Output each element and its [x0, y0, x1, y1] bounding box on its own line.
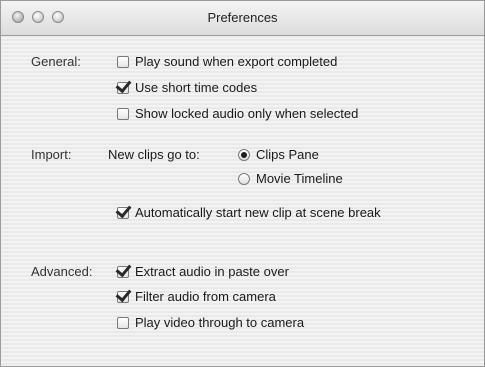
auto-start-clip-checkbox[interactable]	[117, 206, 129, 219]
show-locked-audio-option[interactable]: Show locked audio only when selected	[117, 106, 358, 121]
advanced-section-label: Advanced:	[31, 264, 93, 279]
play-video-camera-option[interactable]: Play video through to camera	[117, 315, 304, 330]
movie-timeline-radio[interactable]	[238, 172, 250, 185]
extract-audio-label: Extract audio in paste over	[135, 264, 289, 279]
general-section-label: General:	[31, 54, 81, 69]
show-locked-audio-checkbox[interactable]	[117, 107, 129, 120]
movie-timeline-label: Movie Timeline	[256, 171, 343, 186]
preferences-window: Preferences General: Play sound when exp…	[0, 0, 485, 367]
movie-timeline-option[interactable]: Movie Timeline	[238, 171, 343, 186]
show-locked-audio-label: Show locked audio only when selected	[135, 106, 359, 121]
filter-audio-option[interactable]: Filter audio from camera	[117, 289, 276, 304]
play-sound-checkbox[interactable]	[117, 55, 129, 68]
window-title: Preferences	[207, 10, 278, 25]
title-bar[interactable]: Preferences	[1, 1, 484, 36]
clips-pane-label: Clips Pane	[256, 147, 319, 162]
play-sound-label: Play sound when export completed	[135, 54, 338, 69]
filter-audio-label: Filter audio from camera	[135, 289, 276, 304]
clips-pane-radio[interactable]	[238, 148, 250, 161]
extract-audio-option[interactable]: Extract audio in paste over	[117, 264, 289, 279]
play-video-camera-checkbox[interactable]	[117, 316, 129, 329]
new-clips-label: New clips go to:	[108, 147, 200, 162]
short-time-codes-checkbox[interactable]	[117, 81, 129, 94]
auto-start-clip-label: Automatically start new clip at scene br…	[135, 205, 381, 220]
extract-audio-checkbox[interactable]	[117, 265, 129, 278]
auto-start-clip-option[interactable]: Automatically start new clip at scene br…	[117, 205, 381, 220]
play-video-camera-label: Play video through to camera	[135, 315, 305, 330]
short-time-codes-label: Use short time codes	[135, 80, 258, 95]
short-time-codes-option[interactable]: Use short time codes	[117, 80, 257, 95]
play-sound-option[interactable]: Play sound when export completed	[117, 54, 337, 69]
preferences-content: General: Play sound when export complete…	[1, 36, 484, 366]
clips-pane-option[interactable]: Clips Pane	[238, 147, 319, 162]
import-section-label: Import:	[31, 147, 72, 162]
filter-audio-checkbox[interactable]	[117, 290, 129, 303]
